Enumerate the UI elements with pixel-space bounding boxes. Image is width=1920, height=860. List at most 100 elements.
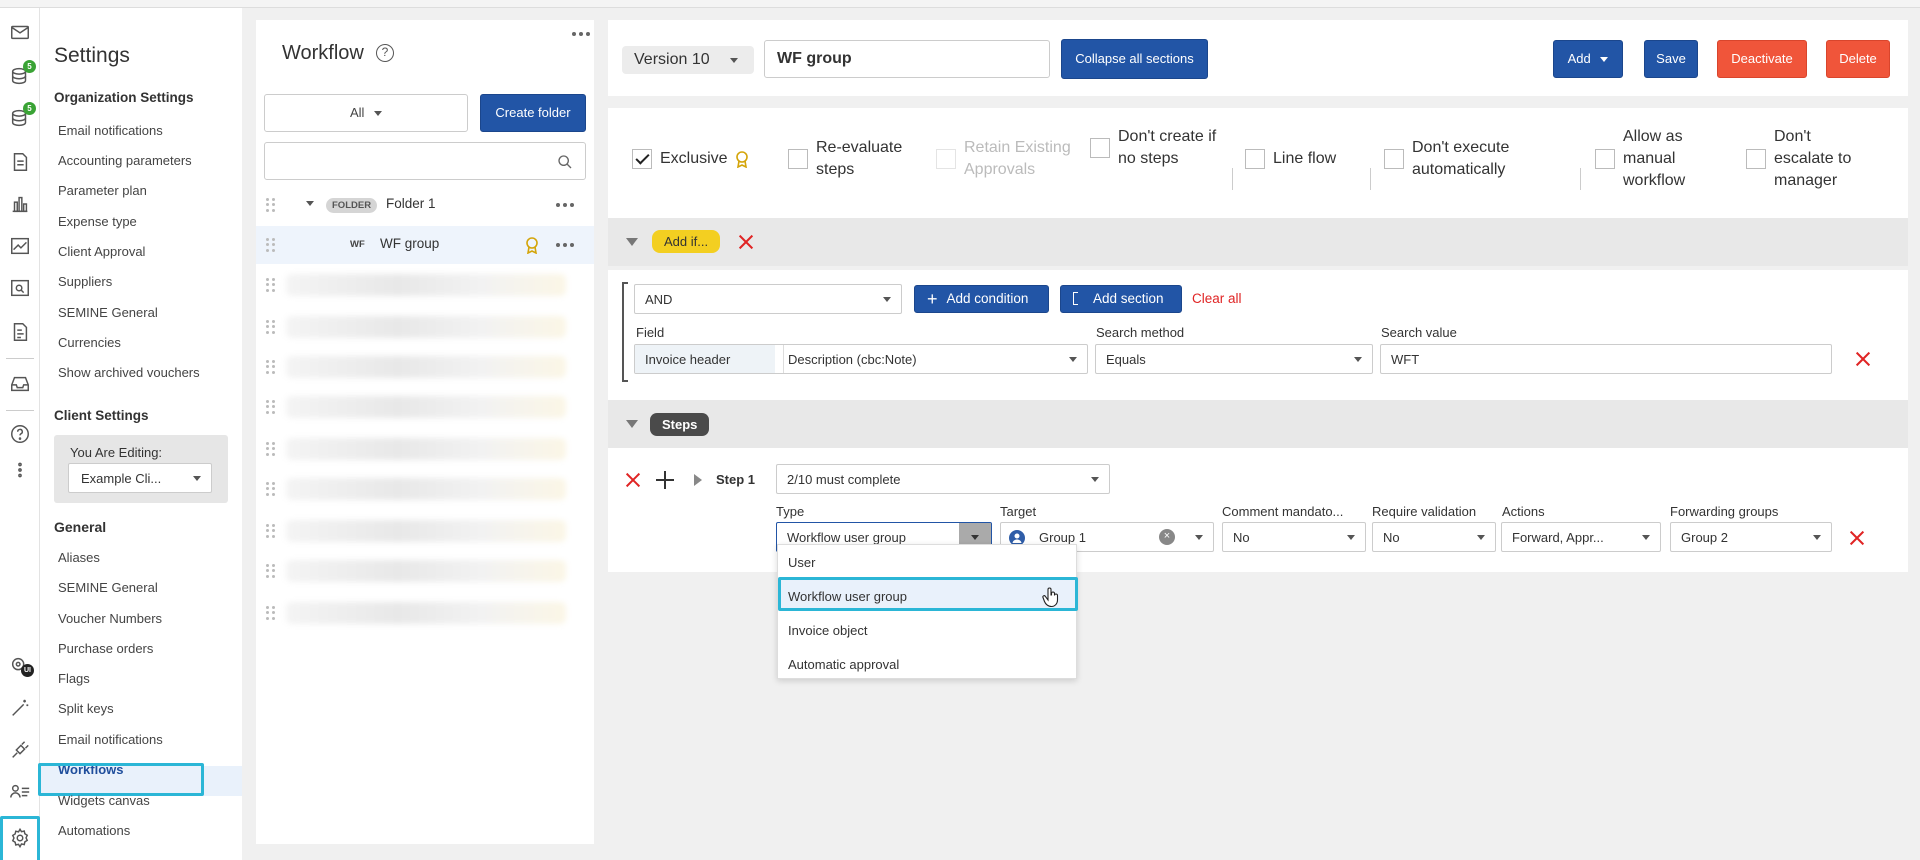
magic-wand-icon[interactable] [8,696,32,720]
coins-icon[interactable]: 5 [8,102,36,130]
option-manual-workflow[interactable]: Allow as manual workflow [1595,126,1711,192]
create-folder-button[interactable]: Create folder [480,94,586,132]
nav-email-notifications[interactable]: Email notifications [58,123,163,138]
steps-section-bar[interactable]: Steps [608,400,1908,448]
forwarding-select[interactable]: Group 2 [1670,522,1832,552]
folder-row[interactable]: FOLDER Folder 1 [256,186,594,224]
nav-show-archived-vouchers[interactable]: Show archived vouchers [58,365,200,380]
ui-settings-icon[interactable]: UI [8,654,34,678]
nav-semine-general-2[interactable]: SEMINE General [58,580,158,595]
nav-suppliers[interactable]: Suppliers [58,274,112,289]
plug-icon[interactable] [8,738,32,762]
drag-handle-icon[interactable] [266,320,276,334]
folder-filter-select[interactable]: All [264,94,468,132]
condition-section-bar[interactable]: Add if... [608,218,1908,266]
delete-button[interactable]: Delete [1826,40,1890,78]
nav-split-keys[interactable]: Split keys [58,701,114,716]
add-condition-button[interactable]: + Add condition [914,285,1049,313]
deactivate-button[interactable]: Deactivate [1717,40,1807,78]
collapse-all-button[interactable]: Collapse all sections [1061,39,1208,79]
workflow-row-selected[interactable]: WF WF group [256,226,594,264]
save-button[interactable]: Save [1644,40,1698,78]
checkbox[interactable] [788,149,808,169]
drag-handle-icon[interactable] [266,198,276,212]
help-icon[interactable]: ? [376,44,394,62]
nav-flags[interactable]: Flags [58,671,90,686]
nav-purchase-orders[interactable]: Purchase orders [58,641,153,656]
drag-handle-icon[interactable] [266,278,276,292]
add-section-button[interactable]: Add section [1060,285,1182,313]
checkbox[interactable] [1090,138,1110,158]
drag-handle-icon[interactable] [266,482,276,496]
version-select[interactable]: Version 10 [622,46,754,74]
operator-select[interactable]: AND [634,284,902,314]
help-icon[interactable] [8,422,32,446]
drag-handle-icon[interactable] [266,442,276,456]
checkbox[interactable] [1746,149,1766,169]
actions-select[interactable]: Forward, Appr... [1501,522,1661,552]
clear-all-link[interactable]: Clear all [1192,291,1242,306]
add-step-icon[interactable] [656,471,674,489]
user-list-icon[interactable] [8,780,32,804]
option-dont-escalate[interactable]: Don't escalate to manager [1746,126,1872,192]
nav-automations[interactable]: Automations [58,823,130,838]
type-option-user[interactable]: User [788,555,815,570]
nav-semine-general[interactable]: SEMINE General [58,305,158,320]
drag-handle-icon[interactable] [266,360,276,374]
drag-handle-icon[interactable] [266,400,276,414]
collapse-triangle-icon[interactable] [626,238,638,246]
search-method-select[interactable]: Equals [1095,344,1373,374]
nav-voucher-numbers[interactable]: Voucher Numbers [58,611,162,626]
remove-step-icon[interactable] [625,472,641,488]
remove-condition-icon[interactable] [1855,351,1871,367]
drag-handle-icon[interactable] [266,238,276,252]
more-horizontal-icon[interactable] [556,243,574,247]
nav-expense-type[interactable]: Expense type [58,214,137,229]
option-dont-create[interactable]: Don't create if no steps [1090,126,1220,170]
document-icon[interactable] [8,150,32,174]
option-exclusive[interactable]: Exclusive [632,148,772,170]
nav-parameter-plan[interactable]: Parameter plan [58,183,147,198]
nav-currencies[interactable]: Currencies [58,335,121,350]
validation-select[interactable]: No [1372,522,1496,552]
drag-handle-icon[interactable] [266,564,276,578]
comment-select[interactable]: No [1222,522,1366,552]
remove-step-row-icon[interactable] [1849,530,1865,546]
workflow-search-input[interactable] [264,142,586,180]
drag-handle-icon[interactable] [266,606,276,620]
checkbox[interactable] [1245,149,1265,169]
checkbox-checked[interactable] [632,149,652,169]
option-line-flow[interactable]: Line flow [1245,148,1361,170]
collapse-triangle-icon[interactable] [626,420,638,428]
drag-handle-icon[interactable] [266,524,276,538]
invoice-icon[interactable] [8,320,32,344]
option-dont-execute[interactable]: Don't execute automatically [1384,137,1554,181]
mail-icon[interactable] [8,20,32,44]
workflow-name-input[interactable]: WF group [764,40,1050,78]
nav-email-notifications-2[interactable]: Email notifications [58,732,163,747]
line-chart-icon[interactable] [8,234,32,258]
checkbox[interactable] [1595,149,1615,169]
type-option-workflow-user-group[interactable]: Workflow user group [788,589,907,604]
search-document-icon[interactable] [8,276,32,300]
more-horizontal-icon[interactable] [572,32,590,36]
option-re-evaluate[interactable]: Re-evaluate steps [788,137,918,181]
remove-section-icon[interactable] [738,234,754,250]
coins-icon[interactable]: 5 [8,60,36,88]
bar-chart-icon[interactable] [8,192,32,216]
nav-widgets-canvas[interactable]: Widgets canvas [58,793,150,808]
search-value-input[interactable]: WFT [1380,344,1832,374]
type-option-automatic-approval[interactable]: Automatic approval [788,657,899,672]
type-option-invoice-object[interactable]: Invoice object [788,623,868,638]
more-horizontal-icon[interactable] [556,203,574,207]
more-vertical-icon[interactable] [8,458,32,482]
nav-client-approval[interactable]: Client Approval [58,244,145,259]
chevron-down-icon[interactable] [306,201,314,206]
nav-aliases[interactable]: Aliases [58,550,100,565]
field-select[interactable]: Invoice header Description (cbc:Note) [634,344,1088,374]
client-select[interactable]: Example Cli... [68,463,212,493]
checkbox[interactable] [1384,149,1404,169]
clear-icon[interactable]: × [1159,529,1175,545]
completion-select[interactable]: 2/10 must complete [776,464,1110,494]
nav-accounting-parameters[interactable]: Accounting parameters [58,153,192,168]
